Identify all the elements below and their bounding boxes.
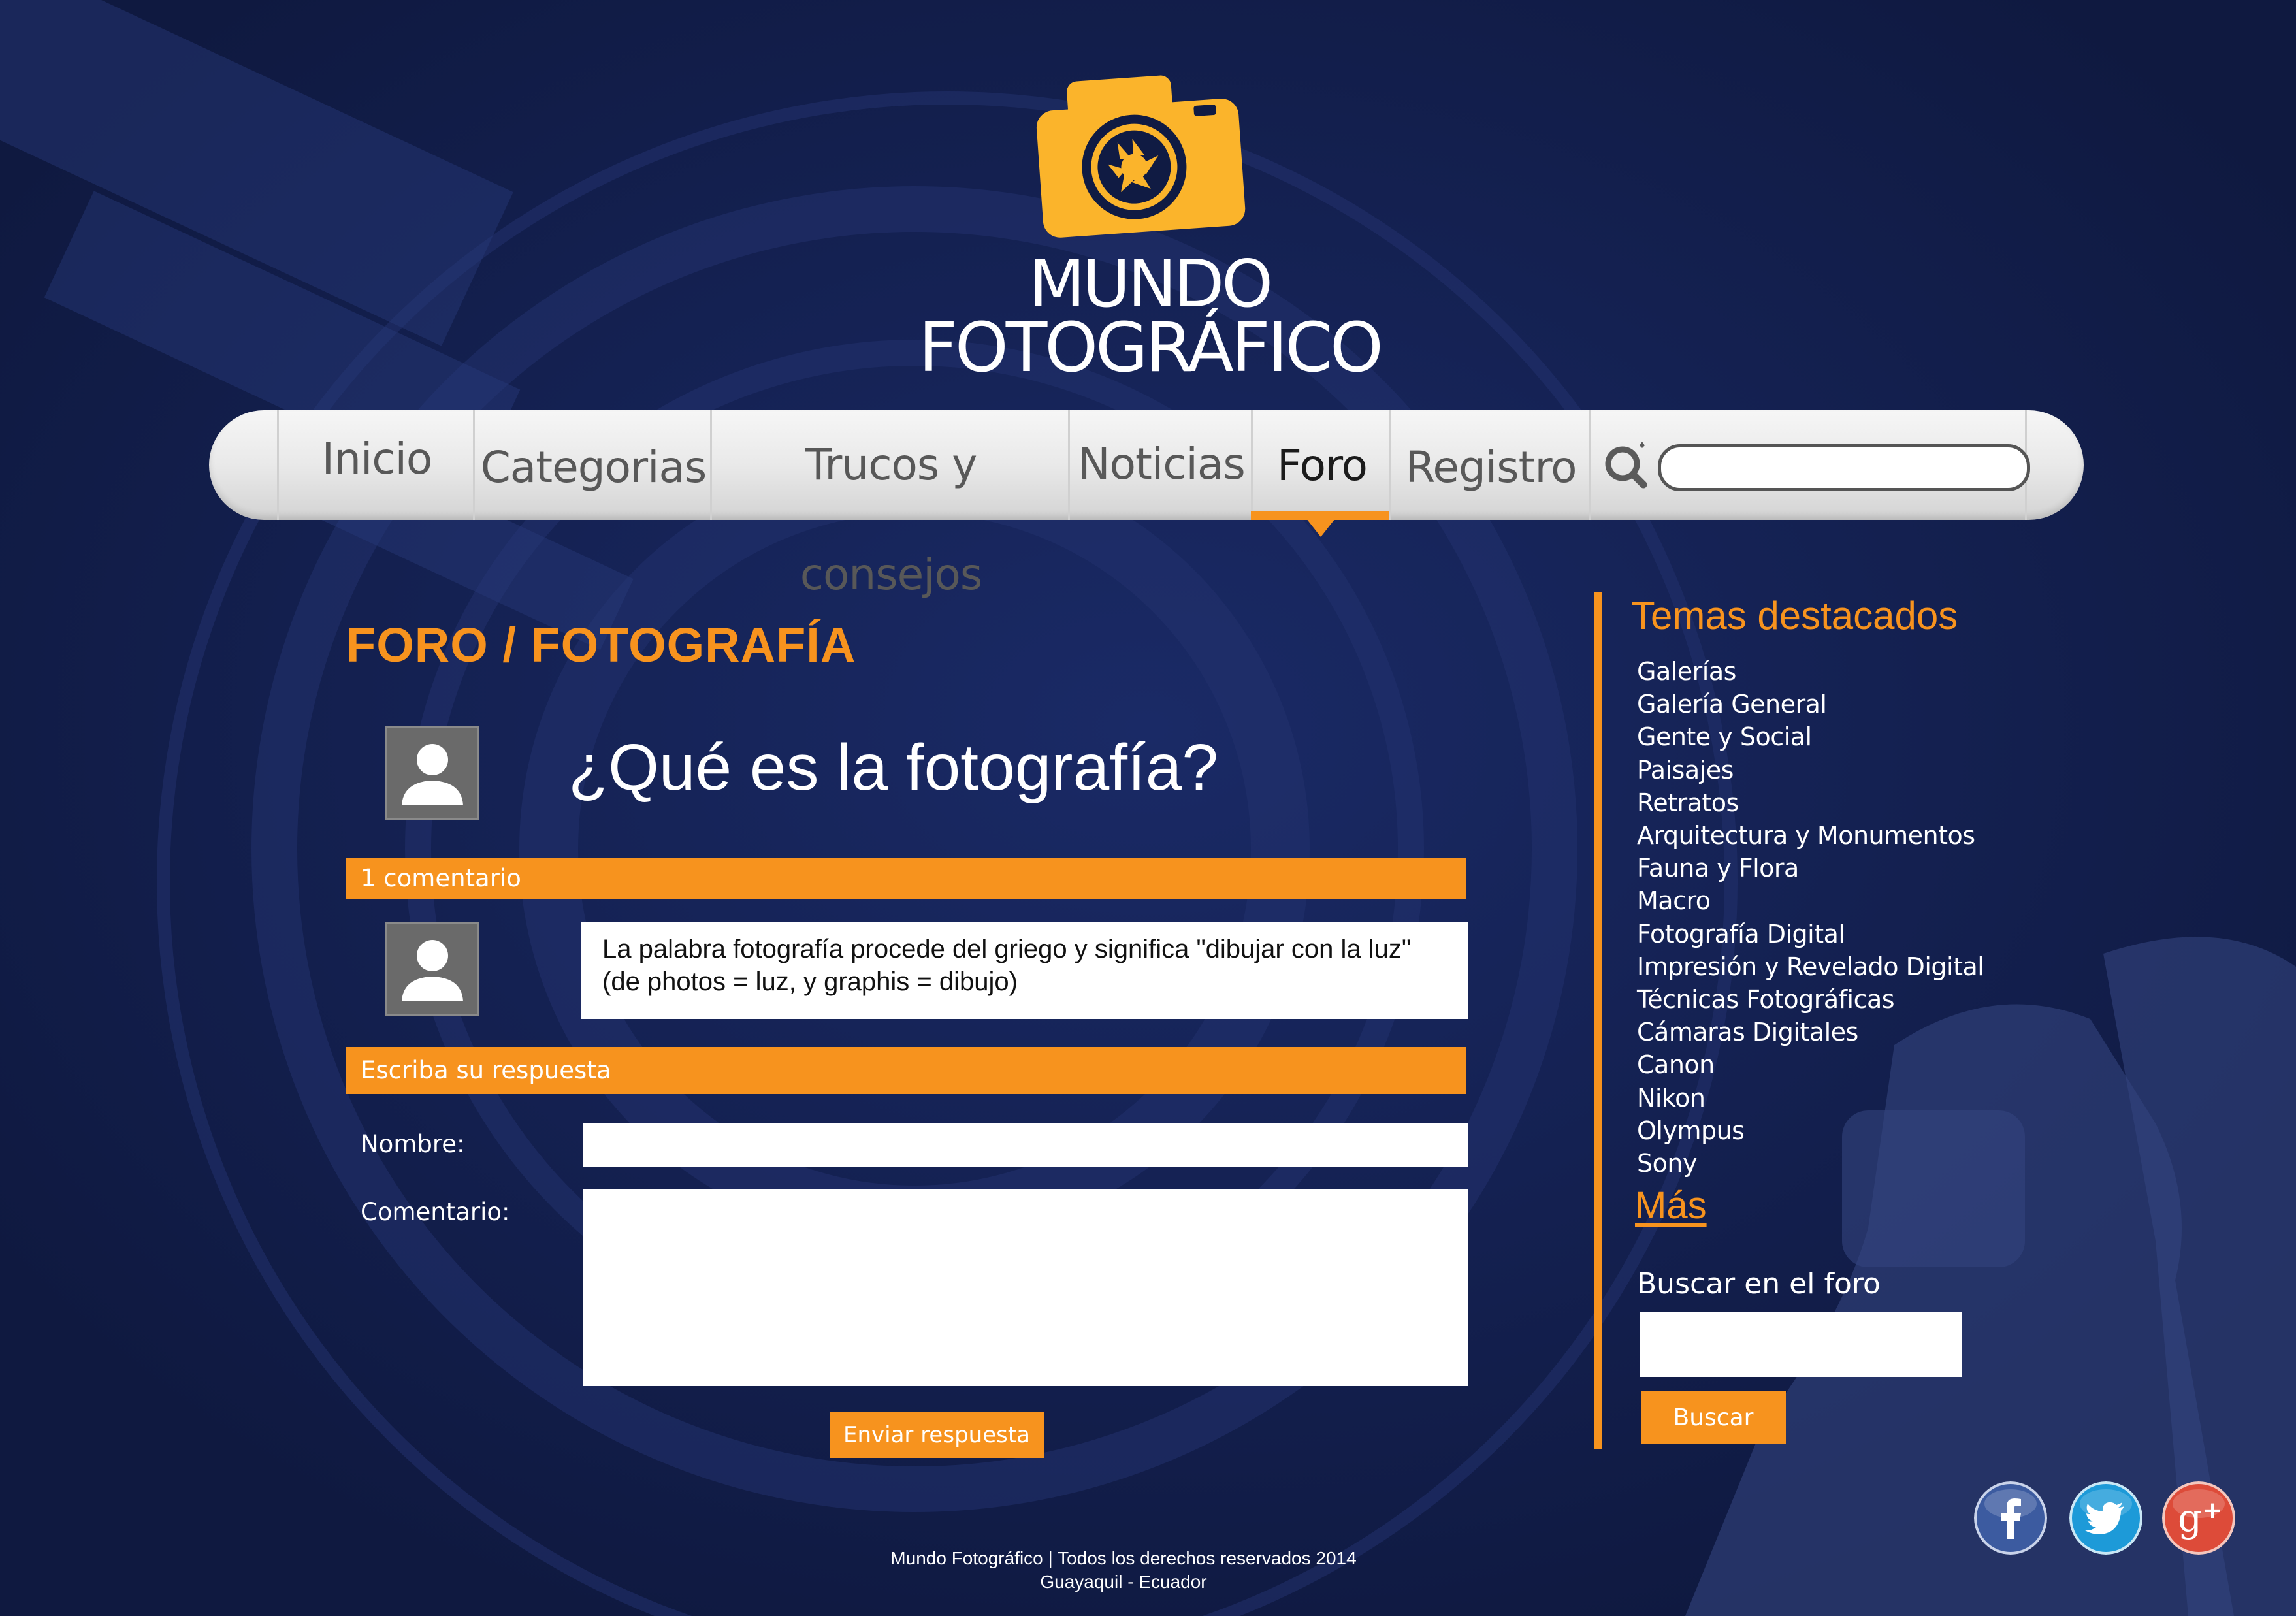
sidebar-item-sony[interactable]: Sony (1637, 1147, 1984, 1180)
sidebar-item-retratos[interactable]: Retratos (1637, 786, 1984, 819)
sidebar-item-galeria-general[interactable]: Galería General (1637, 688, 1984, 720)
reply-header-label: Escriba su respuesta (361, 1056, 611, 1084)
google-plus-icon[interactable]: g + (2162, 1481, 2235, 1555)
main-navigation: Inicio Categorias Trucos y consejos Noti… (209, 410, 2084, 600)
comment-field[interactable] (583, 1189, 1468, 1386)
sidebar-item-gente-y-social[interactable]: Gente y Social (1637, 720, 1984, 753)
twitter-icon[interactable] (2069, 1481, 2142, 1555)
comments-count-bar: 1 comentario (346, 858, 1466, 899)
sidebar-item-impresion[interactable]: Impresión y Revelado Digital (1637, 950, 1984, 983)
comments-count-label: 1 comentario (361, 864, 521, 892)
sidebar-item-tecnicas[interactable]: Técnicas Fotográficas (1637, 983, 1984, 1016)
footer-copyright: Mundo Fotográfico | Todos los derechos r… (890, 1548, 1357, 1568)
user-avatar-icon (387, 728, 477, 818)
sidebar-divider (1594, 592, 1602, 1449)
featured-topics-list: Galerías Galería General Gente y Social … (1637, 655, 1984, 1180)
sidebar-item-macro[interactable]: Macro (1637, 884, 1984, 917)
name-label: Nombre: (361, 1130, 465, 1158)
page-title: FORO / FOTOGRAFÍA (346, 618, 856, 672)
topic-title: ¿Qué es la fotografía? (568, 731, 1219, 804)
sidebar-item-galerias[interactable]: Galerías (1637, 655, 1984, 688)
sidebar-item-paisajes[interactable]: Paisajes (1637, 754, 1984, 786)
sidebar-item-arquitectura[interactable]: Arquitectura y Monumentos (1637, 819, 1984, 852)
nav-item-inicio[interactable]: Inicio (277, 410, 475, 520)
sidebar-item-nikon[interactable]: Nikon (1637, 1082, 1984, 1114)
nav-item-foro[interactable]: Foro (1251, 410, 1391, 520)
user-avatar-icon (387, 924, 477, 1014)
sidebar-item-fotografia-digital[interactable]: Fotografía Digital (1637, 918, 1984, 950)
camera-icon[interactable] (1032, 65, 1248, 242)
nav-item-trucos-y-consejos[interactable]: Trucos y consejos (710, 410, 1070, 600)
commenter-avatar[interactable] (385, 922, 479, 1016)
sidebar-title: Temas destacados (1631, 594, 1958, 638)
nav-item-registro[interactable]: Registro (1389, 410, 1591, 520)
footer-location: Guayaquil - Ecuador (1040, 1572, 1207, 1592)
sidebar-item-olympus[interactable]: Olympus (1637, 1114, 1984, 1147)
name-field[interactable] (583, 1123, 1468, 1167)
svg-text:g: g (2178, 1496, 2202, 1540)
forum-search-button[interactable]: Buscar (1641, 1391, 1786, 1444)
comment-label: Comentario: (361, 1198, 510, 1226)
logo-title-line2: FOTOGRÁFICO (918, 308, 1383, 387)
more-topics-link[interactable]: Más (1635, 1184, 1707, 1227)
nav-item-noticias[interactable]: Noticias (1068, 410, 1253, 520)
comment-text-line1: La palabra fotografía procede del griego… (602, 935, 1412, 963)
facebook-icon[interactable] (1974, 1481, 2047, 1555)
search-icon[interactable] (1600, 436, 1655, 491)
comment-body: La palabra fotografía procede del griego… (581, 922, 1468, 1019)
sidebar-item-canon[interactable]: Canon (1637, 1048, 1984, 1081)
nav-item-categorias[interactable]: Categorias (473, 410, 712, 520)
nav-active-arrow (1306, 519, 1335, 537)
send-reply-button[interactable]: Enviar respuesta (830, 1412, 1044, 1458)
sidebar-item-camaras-digitales[interactable]: Cámaras Digitales (1637, 1016, 1984, 1048)
sidebar-item-fauna-y-flora[interactable]: Fauna y Flora (1637, 852, 1984, 884)
reply-header-bar: Escriba su respuesta (346, 1047, 1466, 1094)
comment-text-line2: (de photos = luz, y graphis = dibujo) (602, 967, 1018, 996)
forum-search-input[interactable] (1640, 1312, 1962, 1377)
nav-search-input[interactable] (1658, 444, 2030, 491)
forum-search-label: Buscar en el foro (1637, 1267, 1881, 1301)
site-footer: Mundo Fotográfico | Todos los derechos r… (751, 1547, 1496, 1594)
topic-author-avatar[interactable] (385, 726, 479, 820)
svg-text:+: + (2203, 1497, 2222, 1524)
